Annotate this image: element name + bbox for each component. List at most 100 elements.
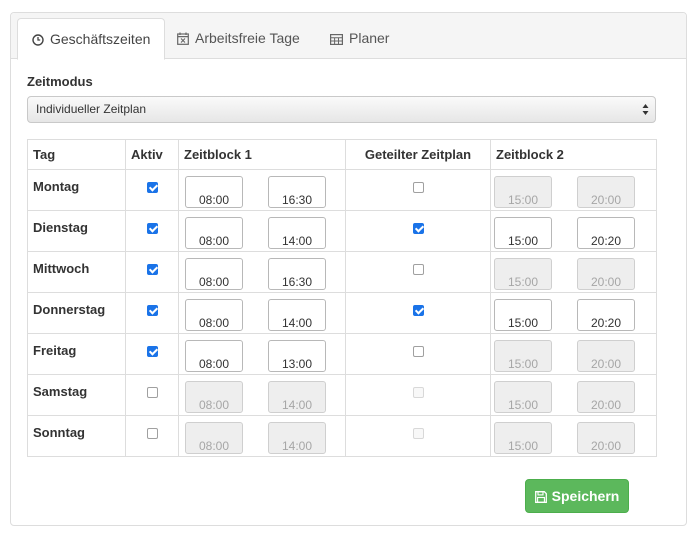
table-row: Montag 08:00 16:30 15:00 20:00 (27, 169, 657, 211)
aktiv-checkbox[interactable] (146, 264, 158, 275)
zeitblock-2-end-input: 20:00 (577, 381, 635, 413)
zeitblock-2-cell: 15:00 20:00 (490, 415, 657, 457)
header-zeitblock-1: Zeitblock 1 (178, 139, 346, 170)
geteilter-zeitplan-checkbox[interactable] (412, 182, 424, 193)
zeitblock-1-start-input[interactable]: 08:00 (185, 176, 243, 208)
floppy-disk-icon (534, 491, 547, 503)
zeitblock-1-start-input: 08:00 (185, 381, 243, 413)
save-button[interactable]: Speichern (525, 479, 629, 513)
zeitblock-2-cell: 15:00 20:00 (490, 374, 657, 416)
table-row: Dienstag 08:00 14:00 15:00 20:20 (27, 210, 657, 252)
day-cell: Montag (27, 169, 126, 211)
zeitblock-2-start-input: 15:00 (494, 381, 552, 413)
zeitmodus-label: Zeitmodus (27, 74, 93, 89)
zeitblock-2-cell: 15:00 20:20 (490, 292, 657, 334)
aktiv-checkbox[interactable] (146, 346, 158, 357)
table-header-row: Tag Aktiv Zeitblock 1 Geteilter Zeitplan… (27, 139, 657, 170)
tab-geschaeftszeiten[interactable]: Geschäftszeiten (17, 18, 166, 60)
day-name: Freitag (33, 343, 77, 358)
day-name: Mittwoch (33, 261, 90, 276)
tab-label: Geschäftszeiten (50, 31, 151, 47)
day-cell: Dienstag (27, 210, 126, 252)
aktiv-cell (125, 415, 179, 457)
geteilter-zeitplan-checkbox[interactable] (412, 264, 424, 275)
aktiv-cell (125, 251, 179, 293)
geteilter-zeitplan-cell (345, 292, 491, 334)
tab-bar: Geschäftszeiten Arbeitsfreie Tage Planer (11, 13, 686, 60)
aktiv-checkbox[interactable] (146, 387, 158, 398)
geteilter-zeitplan-cell (345, 333, 491, 375)
zeitblock-2-start-input[interactable]: 15:00 (494, 299, 552, 331)
save-button-label: Speichern (551, 488, 620, 504)
aktiv-checkbox[interactable] (146, 223, 158, 234)
zeitblock-1-end-input[interactable]: 16:30 (268, 258, 326, 290)
zeitblock-2-end-input: 20:00 (577, 258, 635, 290)
zeitblock-2-end-input[interactable]: 20:20 (577, 299, 635, 331)
zeitblock-1-start-input[interactable]: 08:00 (185, 217, 243, 249)
day-name: Donnerstag (33, 302, 106, 317)
geteilter-zeitplan-checkbox[interactable] (412, 223, 424, 234)
business-hours-panel: Geschäftszeiten Arbeitsfreie Tage Planer… (10, 12, 687, 526)
aktiv-checkbox[interactable] (146, 182, 158, 193)
header-tag: Tag (27, 139, 126, 170)
table-row: Donnerstag 08:00 14:00 15:00 20:20 (27, 292, 657, 334)
header-zeitblock-2: Zeitblock 2 (490, 139, 657, 170)
aktiv-checkbox[interactable] (146, 305, 158, 316)
clock-icon (32, 34, 44, 46)
zeitblock-2-start-input[interactable]: 15:00 (494, 217, 552, 249)
header-aktiv: Aktiv (125, 139, 179, 170)
zeitblock-2-start-input: 15:00 (494, 176, 552, 208)
zeitblock-1-start-input[interactable]: 08:00 (185, 340, 243, 372)
tab-planer[interactable]: Planer (316, 18, 403, 59)
geteilter-zeitplan-checkbox (412, 387, 424, 398)
table-row: Freitag 08:00 13:00 15:00 20:00 (27, 333, 657, 375)
geteilter-zeitplan-cell (345, 169, 491, 211)
zeitmodus-select[interactable]: Individueller Zeitplan (27, 96, 656, 123)
aktiv-checkbox[interactable] (146, 428, 158, 439)
zeitblock-1-start-input[interactable]: 08:00 (185, 258, 243, 290)
zeitblock-1-cell: 08:00 14:00 (178, 374, 346, 416)
day-name: Dienstag (33, 220, 88, 235)
zeitblock-2-cell: 15:00 20:00 (490, 251, 657, 293)
zeitmodus-selected-value: Individueller Zeitplan (36, 102, 147, 116)
zeitblock-1-end-input[interactable]: 13:00 (268, 340, 326, 372)
header-geteilter-zeitplan: Geteilter Zeitplan (345, 139, 491, 170)
zeitblock-2-start-input: 15:00 (494, 340, 552, 372)
geteilter-zeitplan-cell (345, 374, 491, 416)
zeitblock-1-end-input[interactable]: 14:00 (268, 217, 326, 249)
zeitblock-1-cell: 08:00 14:00 (178, 415, 346, 457)
zeitblock-1-start-input: 08:00 (185, 422, 243, 454)
zeitblock-1-end-input[interactable]: 16:30 (268, 176, 326, 208)
zeitblock-1-end-input[interactable]: 14:00 (268, 299, 326, 331)
zeitblock-2-start-input: 15:00 (494, 422, 552, 454)
geteilter-zeitplan-cell (345, 415, 491, 457)
zeitblock-1-end-input: 14:00 (268, 422, 326, 454)
day-name: Samstag (33, 384, 88, 399)
day-name: Montag (33, 179, 80, 194)
table-row: Sonntag 08:00 14:00 15:00 20:00 (27, 415, 657, 457)
zeitblock-1-cell: 08:00 13:00 (178, 333, 346, 375)
day-cell: Donnerstag (27, 292, 126, 334)
zeitblock-2-cell: 15:00 20:20 (490, 210, 657, 252)
geteilter-zeitplan-checkbox[interactable] (412, 346, 424, 357)
day-cell: Samstag (27, 374, 126, 416)
table-row: Mittwoch 08:00 16:30 15:00 20:00 (27, 251, 657, 293)
day-cell: Freitag (27, 333, 126, 375)
zeitblock-1-cell: 08:00 16:30 (178, 251, 346, 293)
zeitblock-2-cell: 15:00 20:00 (490, 169, 657, 211)
geteilter-zeitplan-cell (345, 210, 491, 252)
day-name: Sonntag (33, 425, 85, 440)
table-row: Samstag 08:00 14:00 15:00 20:00 (27, 374, 657, 416)
aktiv-cell (125, 374, 179, 416)
zeitblock-1-cell: 08:00 14:00 (178, 292, 346, 334)
zeitblock-1-start-input[interactable]: 08:00 (185, 299, 243, 331)
geteilter-zeitplan-checkbox[interactable] (412, 305, 424, 316)
tab-arbeitsfreie-tage[interactable]: Arbeitsfreie Tage (163, 18, 314, 59)
zeitblock-2-end-input: 20:00 (577, 176, 635, 208)
aktiv-cell (125, 169, 179, 211)
geteilter-zeitplan-cell (345, 251, 491, 293)
zeitblock-1-cell: 08:00 14:00 (178, 210, 346, 252)
schedule-table: Tag Aktiv Zeitblock 1 Geteilter Zeitplan… (27, 139, 657, 457)
day-cell: Mittwoch (27, 251, 126, 293)
zeitblock-2-end-input[interactable]: 20:20 (577, 217, 635, 249)
